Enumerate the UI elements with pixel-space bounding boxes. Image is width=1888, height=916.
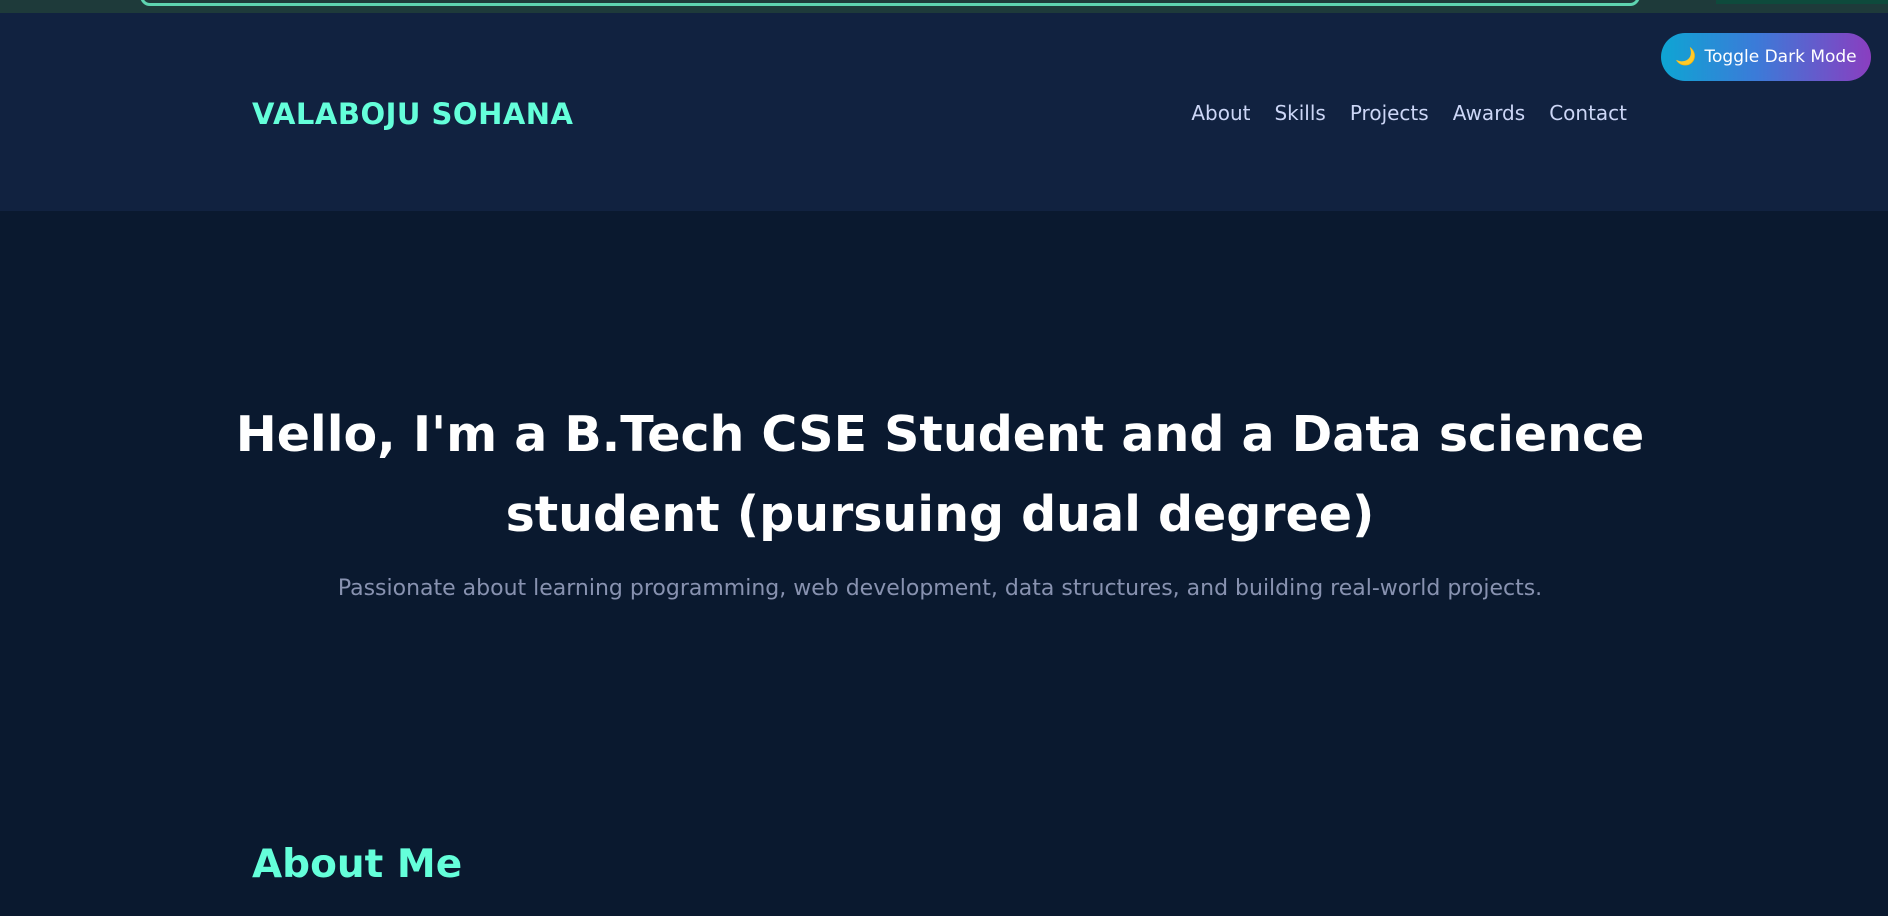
hero-title: Hello, I'm a B.Tech CSE Student and a Da… xyxy=(235,406,1645,543)
nav-link-about[interactable]: About xyxy=(1191,101,1250,125)
browser-corner xyxy=(1716,0,1888,4)
main-nav: About Skills Projects Awards Contact xyxy=(1191,101,1627,125)
hero-subtitle: Passionate about learning programming, w… xyxy=(337,576,1543,601)
address-bar[interactable] xyxy=(140,0,1640,6)
browser-top-strip xyxy=(0,0,1888,13)
moon-icon: 🌙 xyxy=(1675,47,1697,67)
brand-name[interactable]: VALABOJU SOHANA xyxy=(252,97,574,131)
about-heading: About Me xyxy=(252,842,463,887)
toggle-dark-mode-button[interactable]: 🌙 Toggle Dark Mode xyxy=(1661,33,1871,81)
nav-link-awards[interactable]: Awards xyxy=(1453,101,1525,125)
nav-link-contact[interactable]: Contact xyxy=(1549,101,1627,125)
nav-link-skills[interactable]: Skills xyxy=(1274,101,1325,125)
nav-link-projects[interactable]: Projects xyxy=(1350,101,1429,125)
site-header: VALABOJU SOHANA About Skills Projects Aw… xyxy=(0,13,1888,211)
toggle-dark-mode-label: Toggle Dark Mode xyxy=(1704,47,1857,67)
